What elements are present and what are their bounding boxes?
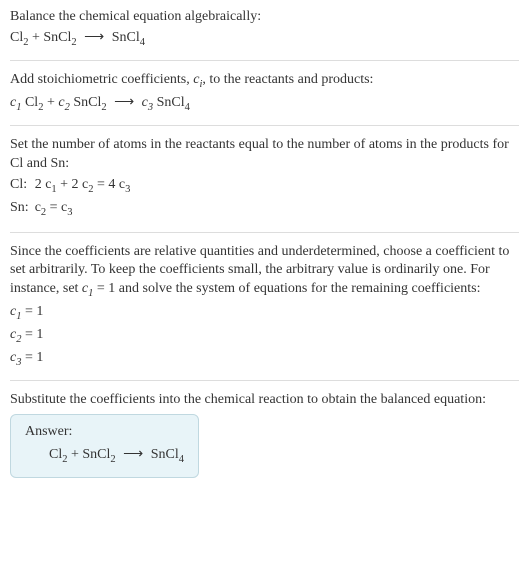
reactant-1: Cl2 bbox=[10, 30, 28, 45]
divider bbox=[10, 60, 519, 61]
atom-label: Sn: bbox=[10, 199, 35, 222]
atom-equation: c2 = c3 bbox=[35, 199, 137, 222]
plus-sign: + bbox=[67, 447, 82, 462]
species-3: SnCl4 bbox=[157, 95, 190, 110]
coeff-c2: c2 bbox=[58, 95, 69, 110]
reactant-1: Cl2 bbox=[49, 447, 67, 462]
coeff-c3: c3 bbox=[142, 95, 153, 110]
reaction-arrow: ⟶ bbox=[80, 29, 108, 48]
reaction-arrow: ⟶ bbox=[110, 94, 138, 113]
table-row: Sn: c2 = c3 bbox=[10, 199, 136, 222]
plus-sign: + bbox=[28, 30, 43, 45]
divider bbox=[10, 380, 519, 381]
reaction-arrow: ⟶ bbox=[119, 446, 147, 465]
step-substitute: Substitute the coefficients into the che… bbox=[10, 391, 519, 478]
atom-equation: 2 c1 + 2 c2 = 4 c3 bbox=[35, 176, 137, 199]
divider bbox=[10, 125, 519, 126]
solution-row: c2 = 1 bbox=[10, 326, 519, 347]
answer-label: Answer: bbox=[25, 423, 184, 442]
step-atom-balance: Set the number of atoms in the reactants… bbox=[10, 136, 519, 222]
balanced-equation: Cl2 + SnCl2 ⟶ SnCl4 bbox=[25, 446, 184, 467]
unbalanced-equation: Cl2 + SnCl2 ⟶ SnCl4 bbox=[10, 29, 519, 50]
step-add-coefficients: Add stoichiometric coefficients, ci, to … bbox=[10, 71, 519, 115]
answer-box: Answer: Cl2 + SnCl2 ⟶ SnCl4 bbox=[10, 414, 199, 478]
step3-text: Set the number of atoms in the reactants… bbox=[10, 136, 519, 174]
atom-balance-table: Cl: 2 c1 + 2 c2 = 4 c3 Sn: c2 = c3 bbox=[10, 176, 136, 222]
plus-sign: + bbox=[43, 95, 58, 110]
product-1: SnCl4 bbox=[151, 447, 184, 462]
species-1: Cl2 bbox=[25, 95, 43, 110]
coeff-equation: c1 Cl2 + c2 SnCl2 ⟶ c3 SnCl4 bbox=[10, 94, 519, 115]
problem-statement: Balance the chemical equation algebraica… bbox=[10, 8, 519, 50]
solution-list: c1 = 1 c2 = 1 c3 = 1 bbox=[10, 303, 519, 370]
step-solve: Since the coefficients are relative quan… bbox=[10, 243, 519, 371]
product-1: SnCl4 bbox=[112, 30, 145, 45]
instruction-text: Balance the chemical equation algebraica… bbox=[10, 8, 519, 27]
solution-row: c3 = 1 bbox=[10, 349, 519, 370]
divider bbox=[10, 232, 519, 233]
step4-text: Since the coefficients are relative quan… bbox=[10, 243, 519, 302]
reactant-2: SnCl2 bbox=[82, 447, 115, 462]
species-2: SnCl2 bbox=[73, 95, 106, 110]
step2-text: Add stoichiometric coefficients, ci, to … bbox=[10, 71, 519, 92]
atom-label: Cl: bbox=[10, 176, 35, 199]
reactant-2: SnCl2 bbox=[43, 30, 76, 45]
step5-text: Substitute the coefficients into the che… bbox=[10, 391, 519, 410]
solution-row: c1 = 1 bbox=[10, 303, 519, 324]
table-row: Cl: 2 c1 + 2 c2 = 4 c3 bbox=[10, 176, 136, 199]
coeff-c1: c1 bbox=[10, 95, 21, 110]
